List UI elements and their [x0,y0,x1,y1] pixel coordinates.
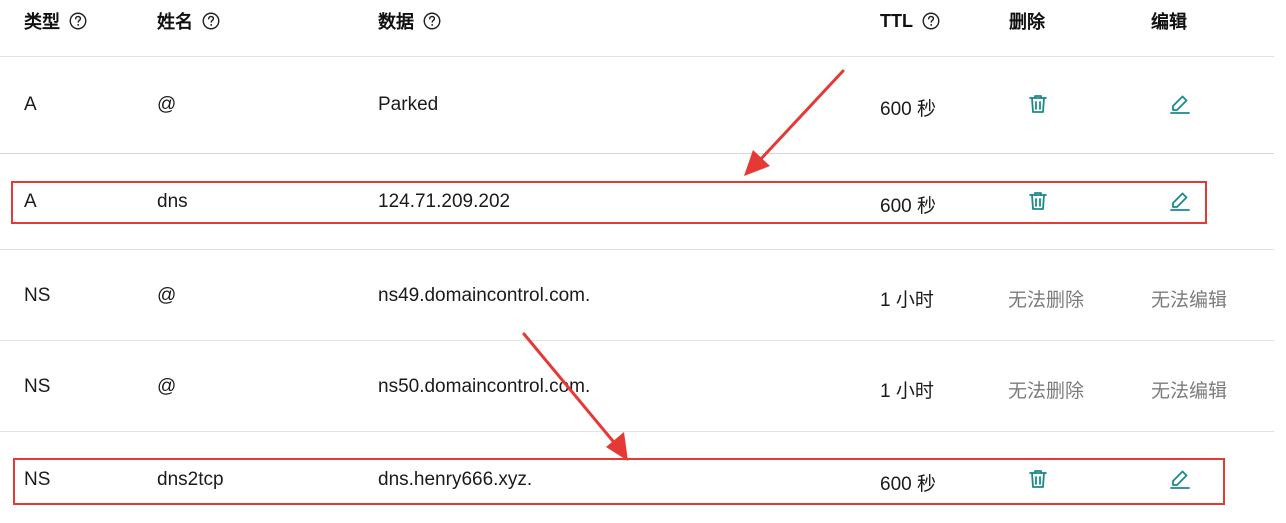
header-delete-label: 删除 [1009,12,1045,32]
header-type: 类型 [24,8,87,34]
record-type: NS [24,376,51,397]
table-row: A @ Parked 600 秒 [0,57,1274,154]
record-ttl: 1 小时 [880,290,934,311]
record-name: @ [157,376,177,397]
highlight-box [11,181,1207,224]
header-name: 姓名 [157,8,220,34]
header-data: 数据 [378,8,441,34]
record-ttl: 1 小时 [880,381,934,402]
delete-disabled-text: 无法删除 [1008,381,1085,402]
header-edit: 编辑 [1151,8,1187,34]
help-icon[interactable] [202,12,220,30]
header-data-label: 数据 [378,12,414,32]
record-ttl: 600 秒 [880,99,936,120]
record-data: ns50.domaincontrol.com. [378,376,591,397]
table-header: 类型 姓名 数据 TTL 删除 编辑 [0,0,1274,57]
highlight-box [13,458,1225,505]
record-type: A [24,94,37,115]
table-row: NS @ ns49.domaincontrol.com. 1 小时 无法删除 无… [0,250,1274,341]
record-name: @ [157,285,177,306]
pencil-icon[interactable] [1168,92,1192,116]
help-icon[interactable] [922,12,940,30]
trash-icon[interactable] [1026,92,1050,116]
edit-disabled-text: 无法编辑 [1151,290,1228,311]
header-delete: 删除 [1009,8,1045,34]
record-data: ns49.domaincontrol.com. [378,285,591,306]
header-type-label: 类型 [24,12,60,32]
header-name-label: 姓名 [157,12,193,32]
header-ttl-label: TTL [880,10,913,31]
record-data: Parked [378,94,439,115]
header-ttl: TTL [880,8,940,34]
table-row: NS @ ns50.domaincontrol.com. 1 小时 无法删除 无… [0,341,1274,432]
record-name: @ [157,94,177,115]
help-icon[interactable] [423,12,441,30]
edit-disabled-text: 无法编辑 [1151,381,1228,402]
header-edit-label: 编辑 [1151,12,1187,32]
record-type: NS [24,285,51,306]
help-icon[interactable] [69,12,87,30]
delete-disabled-text: 无法删除 [1008,290,1085,311]
